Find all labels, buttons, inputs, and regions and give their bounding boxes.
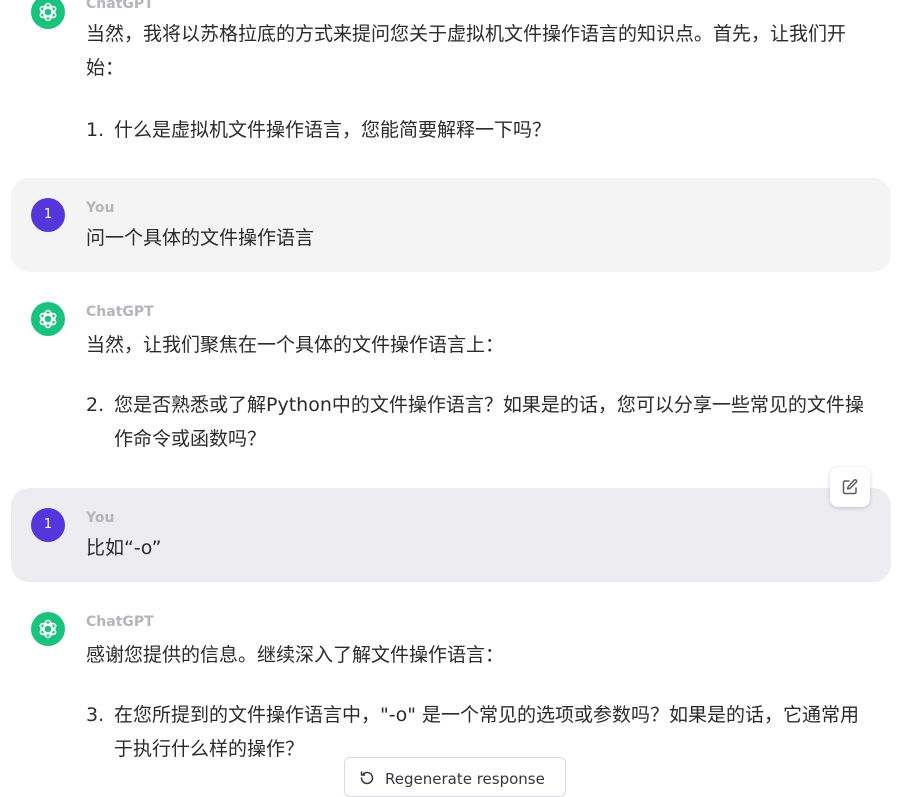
author-label: ChatGPT (86, 304, 154, 320)
user-avatar: 1 (31, 508, 65, 542)
refresh-icon (360, 771, 374, 785)
openai-logo-icon (39, 619, 57, 639)
list-item-text: 您是否熟悉或了解Python中的文件操作语言？如果是的话，您可以分享一些常见的文… (114, 394, 864, 450)
user-message: 1 You 问一个具体的文件操作语言 (11, 178, 891, 272)
numbered-list-item: 2. 您是否熟悉或了解Python中的文件操作语言？如果是的话，您可以分享一些常… (86, 388, 876, 456)
user-avatar: 1 (31, 198, 65, 232)
list-number: 3. (86, 704, 105, 726)
edit-message-button[interactable] (830, 467, 870, 507)
list-item-text: 在您所提到的文件操作语言中，"-o" 是一个常见的选项或参数吗？如果是的话，它通… (114, 704, 860, 760)
numbered-list-item: 3. 在您所提到的文件操作语言中，"-o" 是一个常见的选项或参数吗？如果是的话… (86, 698, 876, 766)
chatgpt-avatar (31, 612, 65, 646)
user-message: 1 You 比如“-o” (11, 488, 891, 582)
list-number: 2. (86, 394, 105, 416)
author-label: ChatGPT (86, 614, 154, 630)
author-label: You (86, 200, 115, 216)
numbered-list-item: 1. 什么是虚拟机文件操作语言，您能简要解释一下吗？ (86, 113, 876, 147)
regenerate-response-button[interactable]: Regenerate response (344, 757, 566, 797)
author-label: You (86, 510, 115, 526)
list-item-text: 什么是虚拟机文件操作语言，您能简要解释一下吗？ (114, 119, 552, 141)
chatgpt-avatar (31, 302, 65, 336)
message-text: 当然，我将以苏格拉底的方式来提问您关于虚拟机文件操作语言的知识点。首先，让我们开… (86, 23, 847, 79)
chatgpt-avatar (31, 0, 65, 29)
message-text: 感谢您提供的信息。继续深入了解文件操作语言： (86, 644, 505, 666)
list-number: 1. (86, 119, 105, 141)
assistant-message: ChatGPT 感谢您提供的信息。继续深入了解文件操作语言： 3. 在您所提到的… (11, 600, 891, 782)
regenerate-label: Regenerate response (385, 770, 545, 788)
message-text: 当然，让我们聚焦在一个具体的文件操作语言上： (86, 334, 505, 356)
author-label: ChatGPT (86, 0, 154, 12)
openai-logo-icon (39, 309, 57, 329)
message-text: 比如“-o” (86, 537, 162, 559)
assistant-message: ChatGPT 当然，我将以苏格拉底的方式来提问您关于虚拟机文件操作语言的知识点… (11, 0, 891, 170)
openai-logo-icon (39, 2, 57, 22)
edit-icon (842, 479, 858, 495)
message-text: 问一个具体的文件操作语言 (86, 227, 315, 249)
assistant-message: ChatGPT 当然，让我们聚焦在一个具体的文件操作语言上： 2. 您是否熟悉或… (11, 290, 891, 480)
